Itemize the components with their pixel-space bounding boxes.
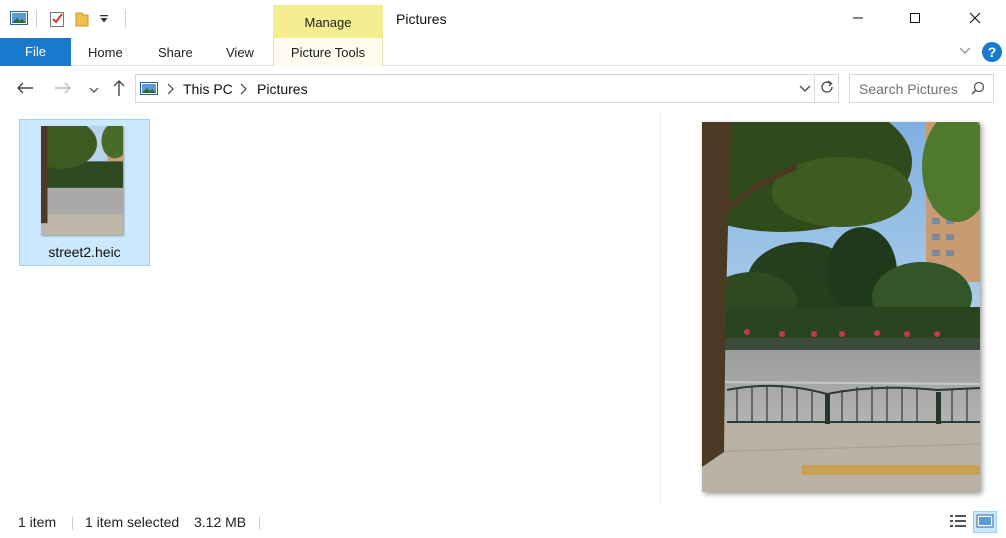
help-button[interactable]: ? bbox=[982, 42, 1002, 62]
large-icons-view-button[interactable] bbox=[973, 511, 997, 533]
address-bar[interactable]: This PC Pictures bbox=[135, 74, 815, 103]
file-thumbnail bbox=[41, 126, 123, 235]
breadcrumb-pictures[interactable]: Pictures bbox=[257, 81, 308, 97]
recent-icon bbox=[89, 82, 99, 97]
quick-access-divider bbox=[36, 10, 37, 28]
ribbon-tabs: File Home Share View Picture Tools ? bbox=[0, 38, 1006, 66]
search-box[interactable]: Search Pictures bbox=[849, 74, 994, 103]
selected-size: 3.12 MB bbox=[194, 514, 247, 530]
preview-pane-divider[interactable] bbox=[660, 110, 661, 505]
forward-button[interactable] bbox=[51, 77, 75, 101]
tab-view[interactable]: View bbox=[226, 38, 254, 66]
tab-picture-tools[interactable]: Picture Tools bbox=[273, 38, 383, 66]
selected-count: 1 item selected bbox=[85, 514, 180, 530]
back-icon bbox=[16, 81, 34, 98]
up-button[interactable] bbox=[107, 77, 131, 101]
maximize-button[interactable] bbox=[892, 0, 938, 38]
preview-image bbox=[702, 122, 980, 492]
minimize-button[interactable] bbox=[835, 0, 881, 38]
app-icon[interactable] bbox=[10, 10, 28, 29]
file-list: street2.heic bbox=[0, 110, 660, 505]
search-icon bbox=[971, 81, 985, 98]
tab-share[interactable]: Share bbox=[158, 38, 193, 66]
status-divider bbox=[72, 516, 73, 530]
customize-icon[interactable] bbox=[99, 13, 109, 28]
pictures-folder-icon bbox=[140, 81, 158, 99]
refresh-button[interactable] bbox=[815, 74, 839, 103]
breadcrumb-arrow-icon[interactable] bbox=[239, 83, 247, 98]
item-count: 1 item bbox=[18, 514, 57, 530]
manage-tab[interactable]: Manage bbox=[273, 5, 383, 38]
properties-icon[interactable] bbox=[49, 10, 65, 31]
new-folder-icon[interactable] bbox=[75, 10, 89, 31]
recent-locations-button[interactable] bbox=[82, 77, 106, 101]
file-name: street2.heic bbox=[48, 244, 121, 260]
large-icons-view-icon bbox=[976, 514, 994, 531]
title-bar: Manage Pictures bbox=[0, 0, 1006, 38]
file-tab[interactable]: File bbox=[0, 38, 71, 66]
window-title: Pictures bbox=[396, 11, 447, 27]
details-view-icon bbox=[949, 514, 967, 531]
status-divider bbox=[259, 516, 260, 530]
close-button[interactable] bbox=[952, 0, 998, 38]
back-button[interactable] bbox=[13, 77, 37, 101]
up-icon bbox=[112, 79, 126, 100]
breadcrumb-this-pc[interactable]: This PC bbox=[183, 81, 233, 97]
minimize-icon bbox=[852, 12, 864, 27]
file-item-street2[interactable]: street2.heic bbox=[19, 119, 150, 266]
close-icon bbox=[969, 12, 981, 27]
breadcrumb-arrow-icon[interactable] bbox=[166, 83, 174, 98]
status-bar: 1 item 1 item selected 3.12 MB bbox=[0, 506, 1006, 538]
address-dropdown-icon[interactable] bbox=[798, 81, 812, 98]
search-input[interactable]: Search Pictures bbox=[859, 81, 958, 97]
tab-home[interactable]: Home bbox=[88, 38, 123, 66]
maximize-icon bbox=[909, 12, 921, 27]
forward-icon bbox=[54, 81, 72, 98]
refresh-icon bbox=[819, 79, 835, 98]
expand-ribbon-icon[interactable] bbox=[958, 43, 972, 60]
navigation-bar: This PC Pictures Search Pictures bbox=[0, 67, 1006, 109]
quick-access-divider bbox=[125, 10, 126, 28]
details-view-button[interactable] bbox=[946, 511, 970, 533]
